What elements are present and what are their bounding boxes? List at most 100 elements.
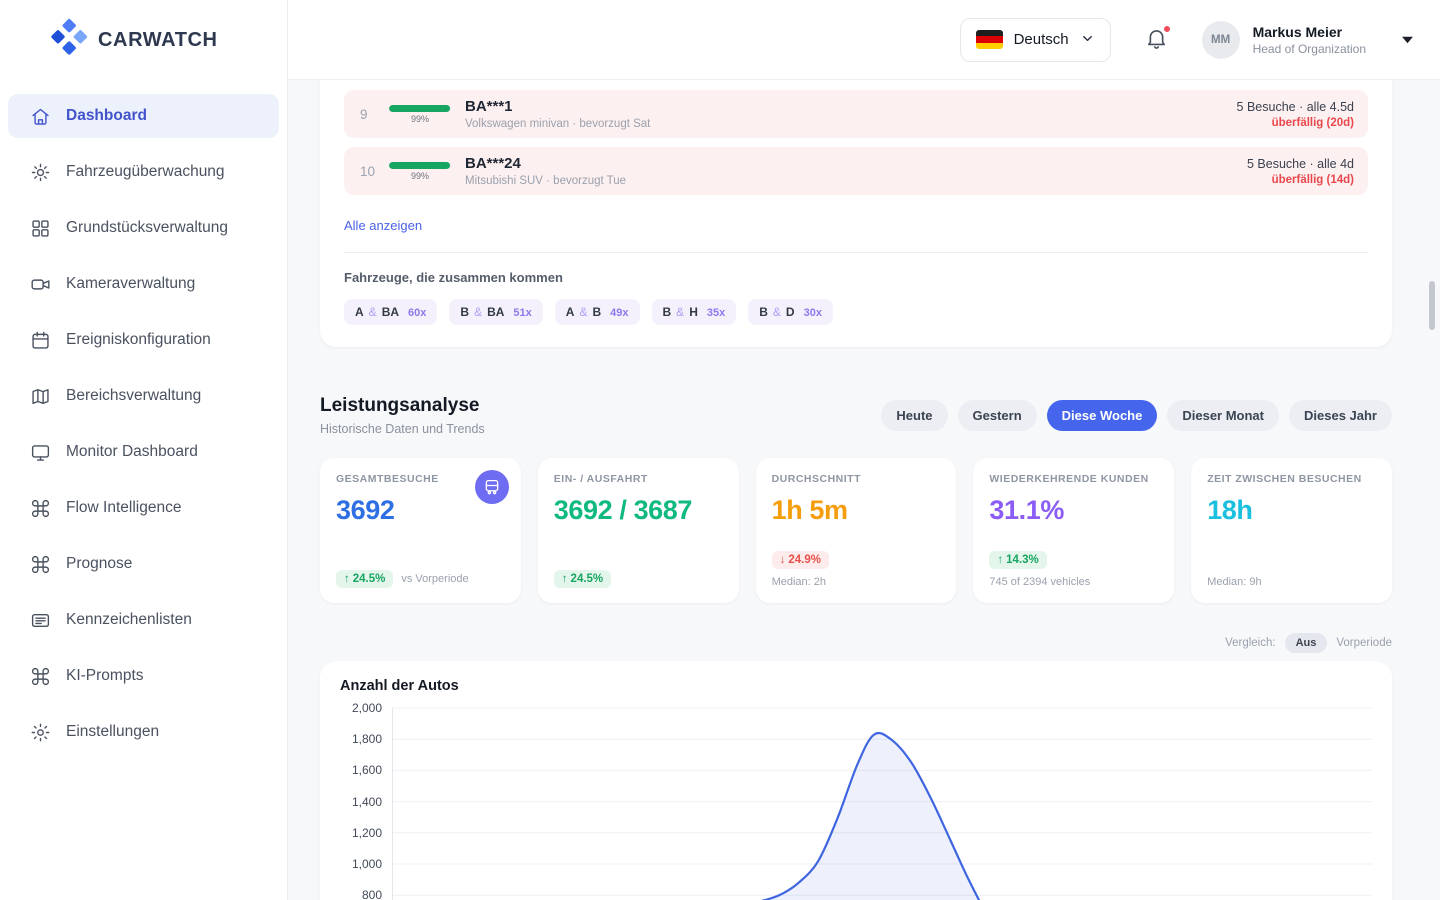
user-name: Markus Meier — [1253, 24, 1366, 40]
delta-chip: ↑14.3% — [989, 551, 1046, 569]
topbar: Deutsch MM Markus Meier Head of Organiza… — [288, 0, 1440, 80]
divider — [344, 252, 1368, 253]
sidebar-item-label: KI-Prompts — [66, 667, 144, 685]
user-role: Head of Organization — [1253, 42, 1366, 56]
pair-plate-a: B — [759, 305, 768, 319]
delta-chip: ↑24.5% — [336, 570, 393, 588]
sidebar-item-ereigniskonfiguration[interactable]: Ereigniskonfiguration — [8, 318, 279, 362]
arrow-up-icon: ↑ — [562, 573, 568, 585]
progress-bar — [389, 162, 451, 169]
user-menu[interactable]: MM Markus Meier Head of Organization — [1202, 21, 1414, 59]
y-tick-label: 800 — [362, 888, 382, 900]
vehicle-pair-chip[interactable]: B & D 30x — [748, 299, 833, 325]
kpi-value: 3692 / 3687 — [554, 495, 723, 526]
sidebar-item-label: Grundstücksverwaltung — [66, 219, 228, 237]
match-progress: 99% — [388, 105, 452, 124]
area-map-icon — [30, 386, 51, 407]
bell-icon — [1145, 38, 1168, 53]
sidebar-item-kameraverwaltung[interactable]: Kameraverwaltung — [8, 262, 279, 306]
pair-plate-a: B — [460, 305, 469, 319]
kpi-cards: GESAMTBESUCHE 3692 ↑24.5% vs Vorperiode … — [320, 458, 1392, 603]
vehicle-plate: BA***1 — [465, 98, 650, 115]
pair-plate-a: A — [355, 305, 364, 319]
sidebar-item-label: Einstellungen — [66, 723, 159, 741]
pair-count: 35x — [707, 307, 725, 319]
kpi-zeit-zwischen-besuchen: ZEIT ZWISCHEN BESUCHEN 18h Median: 9h — [1191, 458, 1392, 603]
sidebar-item-einstellungen[interactable]: Einstellungen — [8, 710, 279, 754]
sidebar-item-bereichsverwaltung[interactable]: Bereichsverwaltung — [8, 374, 279, 418]
sidebar-item-dashboard[interactable]: Dashboard — [8, 94, 279, 138]
y-tick-label: 1,000 — [352, 857, 382, 871]
arrow-up-icon: ↑ — [997, 554, 1003, 566]
bus-icon — [475, 470, 509, 504]
y-tick-label: 1,400 — [352, 795, 382, 809]
vehicle-pair-chip[interactable]: B & BA 51x — [449, 299, 542, 325]
y-tick-label: 1,600 — [352, 763, 382, 777]
sidebar-item-fahrzeugueberwachung[interactable]: Fahrzeugüberwachung — [8, 150, 279, 194]
camera-icon — [30, 274, 51, 295]
filter-dieser-monat[interactable]: Dieser Monat — [1167, 400, 1279, 431]
vehicle-row[interactable]: 9 99% BA***1 Volkswagen minivan · bevorz… — [344, 90, 1368, 138]
filter-gestern[interactable]: Gestern — [958, 400, 1037, 431]
compare-toggle[interactable]: Aus — [1285, 633, 1328, 653]
kpi-gesamtbesuche: GESAMTBESUCHE 3692 ↑24.5% vs Vorperiode — [320, 458, 521, 603]
vehicle-rank: 10 — [360, 164, 388, 179]
language-selector[interactable]: Deutsch — [960, 18, 1111, 62]
ampersand: & — [369, 305, 377, 319]
kpi-wiederkehrende-kunden: WIEDERKEHRENDE KUNDEN 31.1% ↑14.3% 745 o… — [973, 458, 1174, 603]
compare-alt-label: Vorperiode — [1336, 637, 1392, 649]
vehicle-plate: BA***24 — [465, 155, 626, 172]
brand: CARWATCH — [0, 0, 287, 80]
ampersand: & — [474, 305, 482, 319]
notifications-button[interactable] — [1141, 23, 1172, 57]
vehicle-list-card: 9 99% BA***1 Volkswagen minivan · bevorz… — [320, 80, 1392, 347]
chart-plot-area — [392, 702, 1372, 900]
brand-name: CARWATCH — [98, 29, 218, 52]
main-content: 9 99% BA***1 Volkswagen minivan · bevorz… — [288, 80, 1440, 900]
show-all-link[interactable]: Alle anzeigen — [344, 218, 422, 233]
vehicle-pair-chip[interactable]: B & H 35x — [652, 299, 737, 325]
sidebar-item-label: Ereigniskonfiguration — [66, 331, 211, 349]
vehicle-pair-chip[interactable]: A & BA 60x — [344, 299, 437, 325]
notification-dot — [1163, 25, 1171, 33]
brand-logo-icon — [48, 16, 88, 65]
sidebar-item-ki-prompts[interactable]: KI-Prompts — [8, 654, 279, 698]
kpi-title: ZEIT ZWISCHEN BESUCHEN — [1207, 473, 1376, 485]
sidebar-item-monitor-dashboard[interactable]: Monitor Dashboard — [8, 430, 279, 474]
kpi-value: 31.1% — [989, 495, 1158, 526]
section-subtitle: Historische Daten und Trends — [320, 422, 485, 436]
y-tick-label: 1,800 — [352, 732, 382, 746]
sidebar-item-grundstuecksverwaltung[interactable]: Grundstücksverwaltung — [8, 206, 279, 250]
sidebar-item-kennzeichenlisten[interactable]: Kennzeichenlisten — [8, 598, 279, 642]
ampersand: & — [676, 305, 684, 319]
vehicle-row[interactable]: 10 99% BA***24 Mitsubishi SUV · bevorzug… — [344, 147, 1368, 195]
filter-heute[interactable]: Heute — [881, 400, 947, 431]
filter-diese-woche[interactable]: Diese Woche — [1047, 400, 1158, 431]
sidebar-item-label: Flow Intelligence — [66, 499, 181, 517]
pair-plate-b: BA — [382, 305, 399, 319]
sidebar-item-label: Fahrzeugüberwachung — [66, 163, 225, 181]
progress-percent: 99% — [411, 114, 429, 124]
chart-y-axis: 2,0001,8001,6001,4001,2001,000800 — [340, 702, 392, 900]
sidebar-item-prognose[interactable]: Prognose — [8, 542, 279, 586]
avatar: MM — [1202, 21, 1240, 59]
kpi-title: DURCHSCHNITT — [772, 473, 941, 485]
vehicle-rows: 9 99% BA***1 Volkswagen minivan · bevorz… — [344, 90, 1368, 195]
event-calendar-icon — [30, 330, 51, 351]
monitor-icon — [30, 442, 51, 463]
filter-dieses-jahr[interactable]: Dieses Jahr — [1289, 400, 1392, 431]
scrollbar-thumb[interactable] — [1429, 281, 1435, 330]
sidebar-item-flow-intelligence[interactable]: Flow Intelligence — [8, 486, 279, 530]
car-count-chart: 2,0001,8001,6001,4001,2001,000800 — [340, 702, 1372, 900]
pair-count: 60x — [408, 307, 426, 319]
pair-plate-a: B — [663, 305, 672, 319]
vehicle-pair-chip[interactable]: A & B 49x — [555, 299, 640, 325]
vehicle-desc: Mitsubishi SUV · bevorzugt Tue — [465, 175, 626, 187]
compare-label: Vergleich: — [1225, 637, 1276, 649]
sidebar-nav: Dashboard Fahrzeugüberwachung Grundstück… — [0, 80, 287, 780]
pair-count: 51x — [513, 307, 531, 319]
home-icon — [30, 106, 51, 127]
vehicle-monitoring-icon — [30, 162, 51, 183]
sidebar-item-label: Kennzeichenlisten — [66, 611, 192, 629]
together-title: Fahrzeuge, die zusammen kommen — [344, 270, 1368, 285]
